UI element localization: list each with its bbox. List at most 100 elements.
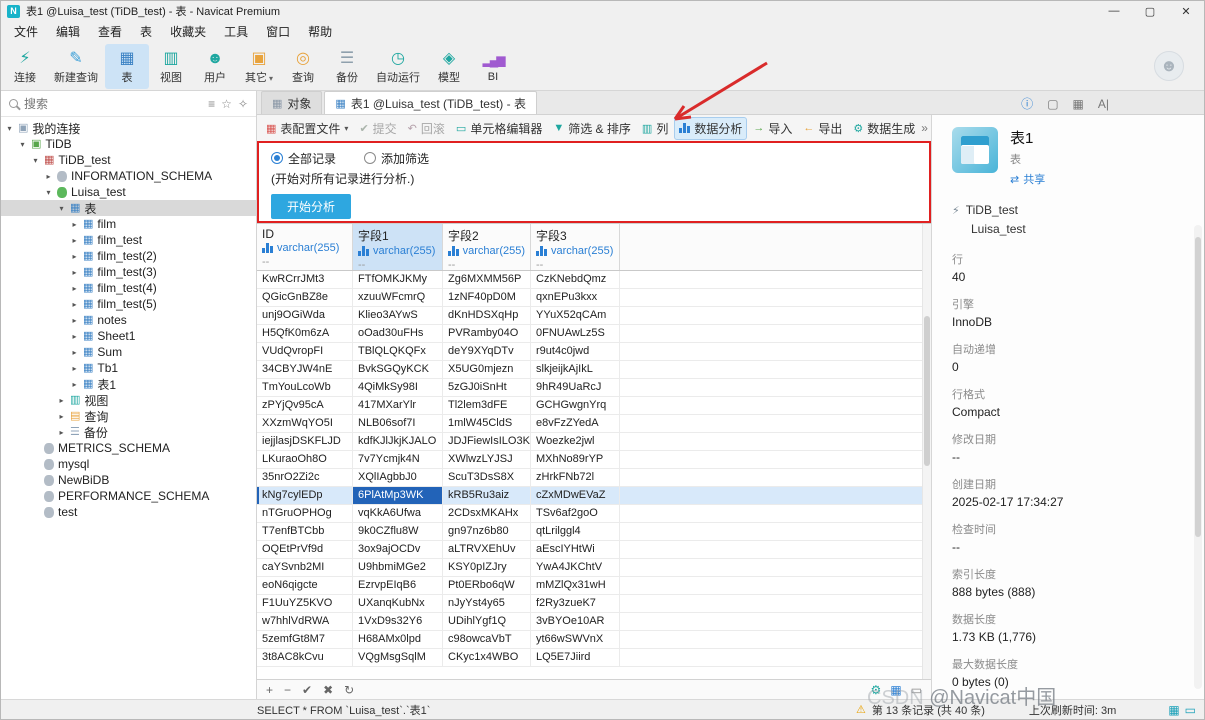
table-cell[interactable]: T7enfBTCbb (257, 523, 353, 540)
menu-item[interactable]: 查看 (89, 21, 131, 43)
panel-scrollbar[interactable] (1194, 225, 1202, 689)
table-cell[interactable]: FTfOMKJKMy (353, 271, 443, 288)
menu-item[interactable]: 收藏夹 (161, 21, 215, 43)
menu-item[interactable]: 窗口 (257, 21, 299, 43)
column-header[interactable]: 字段3 varchar(255) -- (531, 224, 620, 271)
table-cell[interactable]: 34CBYJW4nE (257, 361, 353, 378)
table-cell[interactable]: aLTRVXEhUv (443, 541, 531, 558)
tree-expander[interactable]: ▸ (70, 220, 79, 229)
menu-item[interactable]: 文件 (5, 21, 47, 43)
menu-item[interactable]: 编辑 (47, 21, 89, 43)
table-row[interactable]: eoN6qigcte EzrvpEIqB6 Pt0ERbo6qW mMZlQx31wH (257, 577, 931, 595)
table-cell[interactable]: oOad30uFHs (353, 325, 443, 342)
search-input[interactable] (24, 96, 203, 111)
tree-expander[interactable]: ▸ (70, 252, 79, 261)
table-cell[interactable]: e8vFzZYedA (531, 415, 620, 432)
minimize-button[interactable]: — (1096, 1, 1132, 21)
table-cell[interactable]: NLB06sof7I (353, 415, 443, 432)
tree-item[interactable]: ▸ ▦ film_test (1, 232, 256, 248)
table-cell[interactable]: 3vBYOe10AR (531, 613, 620, 630)
table-row[interactable]: LKuraoOh8O 7v7Ycmjk4N XWlwzLYJSJ MXhNo89rYP (257, 451, 931, 469)
tree-expander[interactable]: ▸ (70, 364, 79, 373)
radio-all-records[interactable]: 全部记录 (271, 150, 336, 167)
column-header[interactable]: ID varchar(255) -- (257, 224, 353, 270)
subtoolbar-export-button[interactable]: ← 导出 (798, 117, 847, 140)
tree-item[interactable]: ▸ ▦ film_test(4) (1, 280, 256, 296)
table-cell[interactable]: KwRCrrJMt3 (257, 271, 353, 288)
table-cell[interactable]: TBlQLQKQFx (353, 343, 443, 360)
table-cell[interactable]: Pt0ERbo6qW (443, 577, 531, 594)
subtoolbar-rollback-button[interactable]: ↶ 回滚 (403, 117, 450, 140)
table-cell[interactable]: F1UuYZ5KVO (257, 595, 353, 612)
table-cell[interactable]: EzrvpEIqB6 (353, 577, 443, 594)
table-cell[interactable]: 3t8AC8kCvu (257, 649, 353, 666)
table-row[interactable]: TmYouLcoWb 4QiMkSy98I 5zGJ0iSnHt 9hR49UaRcJ (257, 379, 931, 397)
tree-expander[interactable]: ▾ (5, 124, 14, 133)
table-cell[interactable]: 0FNUAwLz5S (531, 325, 620, 342)
table-row[interactable]: F1UuYZ5KVO UXanqKubNx nJyYst4y65 f2Ry3zueK7 (257, 595, 931, 613)
subtoolbar-import-button[interactable]: → 导入 (748, 117, 797, 140)
radio-add-filter[interactable]: 添加筛选 (364, 150, 429, 167)
table-cell[interactable]: mMZlQx31wH (531, 577, 620, 594)
tree-item[interactable]: ▸ ▦ film_test(3) (1, 264, 256, 280)
scrollbar-thumb[interactable] (1195, 237, 1201, 537)
grid-view-icon[interactable]: ▦ (890, 683, 901, 697)
table-cell[interactable]: UXanqKubNx (353, 595, 443, 612)
table-row[interactable]: 3t8AC8kCvu VQgMsgSqlM CKyc1x4WBO LQ5E7Jiird (257, 649, 931, 667)
toolbar-backup-button[interactable]: ☰ 备份 (325, 44, 369, 89)
toolbar-query-button[interactable]: ◎ 查询 (281, 44, 325, 89)
table-cell[interactable]: iejjlasjDSKFLJD (257, 433, 353, 450)
table-cell[interactable]: kNg7cylEDp (257, 487, 353, 504)
table-cell[interactable]: GCHGwgnYrq (531, 397, 620, 414)
table-row[interactable]: XXzmWqYO5I NLB06sof7I 1mlW45CldS e8vFzZYedA (257, 415, 931, 433)
toolbar-connection-button[interactable]: ⚡ 连接 (3, 44, 47, 89)
tree-item[interactable]: ▾ ▣ 我的连接 (1, 120, 256, 136)
table-cell[interactable]: kdfKJlJkjKJALO (353, 433, 443, 450)
subtoolbar-data-generation-button[interactable]: ⚙ 数据生成 (848, 117, 920, 140)
info-panel-icon[interactable]: ⓘ (1021, 95, 1033, 112)
subtoolbar-data-analysis-button[interactable]: 数据分析 (674, 116, 748, 140)
table-cell[interactable]: gn97nz6b80 (443, 523, 531, 540)
table-cell[interactable]: X5UG0mjezn (443, 361, 531, 378)
preview-panel-icon[interactable]: ▢ (1047, 97, 1058, 111)
table-row[interactable]: H5QfK0m6zA oOad30uFHs PVRamby04O 0FNUAwLz5S (257, 325, 931, 343)
table-cell[interactable]: QGicGnBZ8e (257, 289, 353, 306)
tree-item[interactable]: NewBiDB (1, 472, 256, 488)
toolbar-new-query-button[interactable]: ✎ 新建查询 (47, 44, 105, 89)
table-cell[interactable]: unj9OGiWda (257, 307, 353, 324)
table-cell[interactable]: 7v7Ycmjk4N (353, 451, 443, 468)
table-cell[interactable]: XXzmWqYO5I (257, 415, 353, 432)
statusbar-panel-icon[interactable]: ▭ (1185, 703, 1196, 717)
tree-expander[interactable]: ▾ (57, 204, 66, 213)
table-cell[interactable]: qtLrilggl4 (531, 523, 620, 540)
table-row[interactable]: VUdQvropFI TBlQLQKQFx deY9XYqDTv r9ut4c0jwd (257, 343, 931, 361)
share-link[interactable]: ⇄ 共享 (1010, 171, 1045, 187)
tree-item[interactable]: ▾ Luisa_test (1, 184, 256, 200)
tree-item[interactable]: ▸ ▤ 查询 (1, 408, 256, 424)
ascii-panel-icon[interactable]: A| (1098, 97, 1109, 111)
table-cell[interactable]: UDihlYgf1Q (443, 613, 531, 630)
table-cell[interactable]: LKuraoOh8O (257, 451, 353, 468)
table-cell[interactable]: OQEtPrVf9d (257, 541, 353, 558)
table-row[interactable]: caYSvnb2MI U9hbmiMGe2 KSY0pIZJry YwA4JKChtV (257, 559, 931, 577)
tree-item[interactable]: METRICS_SCHEMA (1, 440, 256, 456)
table-cell[interactable]: TmYouLcoWb (257, 379, 353, 396)
tree-item[interactable]: mysql (1, 456, 256, 472)
table-row[interactable]: w7hhlVdRWA 1VxD9s32Y6 UDihlYgf1Q 3vBYOe10AR (257, 613, 931, 631)
table-row[interactable]: KwRCrrJMt3 FTfOMKJKMy Zg6MXMM56P CzKNebdQmz (257, 271, 931, 289)
tree-item[interactable]: ▾ ▦ TiDB_test (1, 152, 256, 168)
scrollbar-thumb[interactable] (924, 316, 930, 466)
table-cell[interactable]: f2Ry3zueK7 (531, 595, 620, 612)
tree-item[interactable]: test (1, 504, 256, 520)
menu-item[interactable]: 表 (131, 21, 161, 43)
table-cell[interactable]: 6PlAtMp3WK (353, 487, 443, 504)
table-row[interactable]: 5zemfGt8M7 H68AMx0lpd c98owcaVbT yt66wSWVnX (257, 631, 931, 649)
tree-item[interactable]: ▸ ▦ film_test(2) (1, 248, 256, 264)
tree-expander[interactable]: ▸ (44, 172, 53, 181)
collapse-icon[interactable]: ✧ (238, 97, 248, 111)
add-record-button[interactable]: + (266, 683, 273, 697)
table-row[interactable]: iejjlasjDSKFLJD kdfKJlJkjKJALO JDJFiewIsIL… (257, 433, 931, 451)
toolbar-overflow-icon[interactable]: » (921, 121, 928, 135)
table-cell[interactable]: U9hbmiMGe2 (353, 559, 443, 576)
columns-panel-icon[interactable]: ▦ (1073, 97, 1084, 111)
